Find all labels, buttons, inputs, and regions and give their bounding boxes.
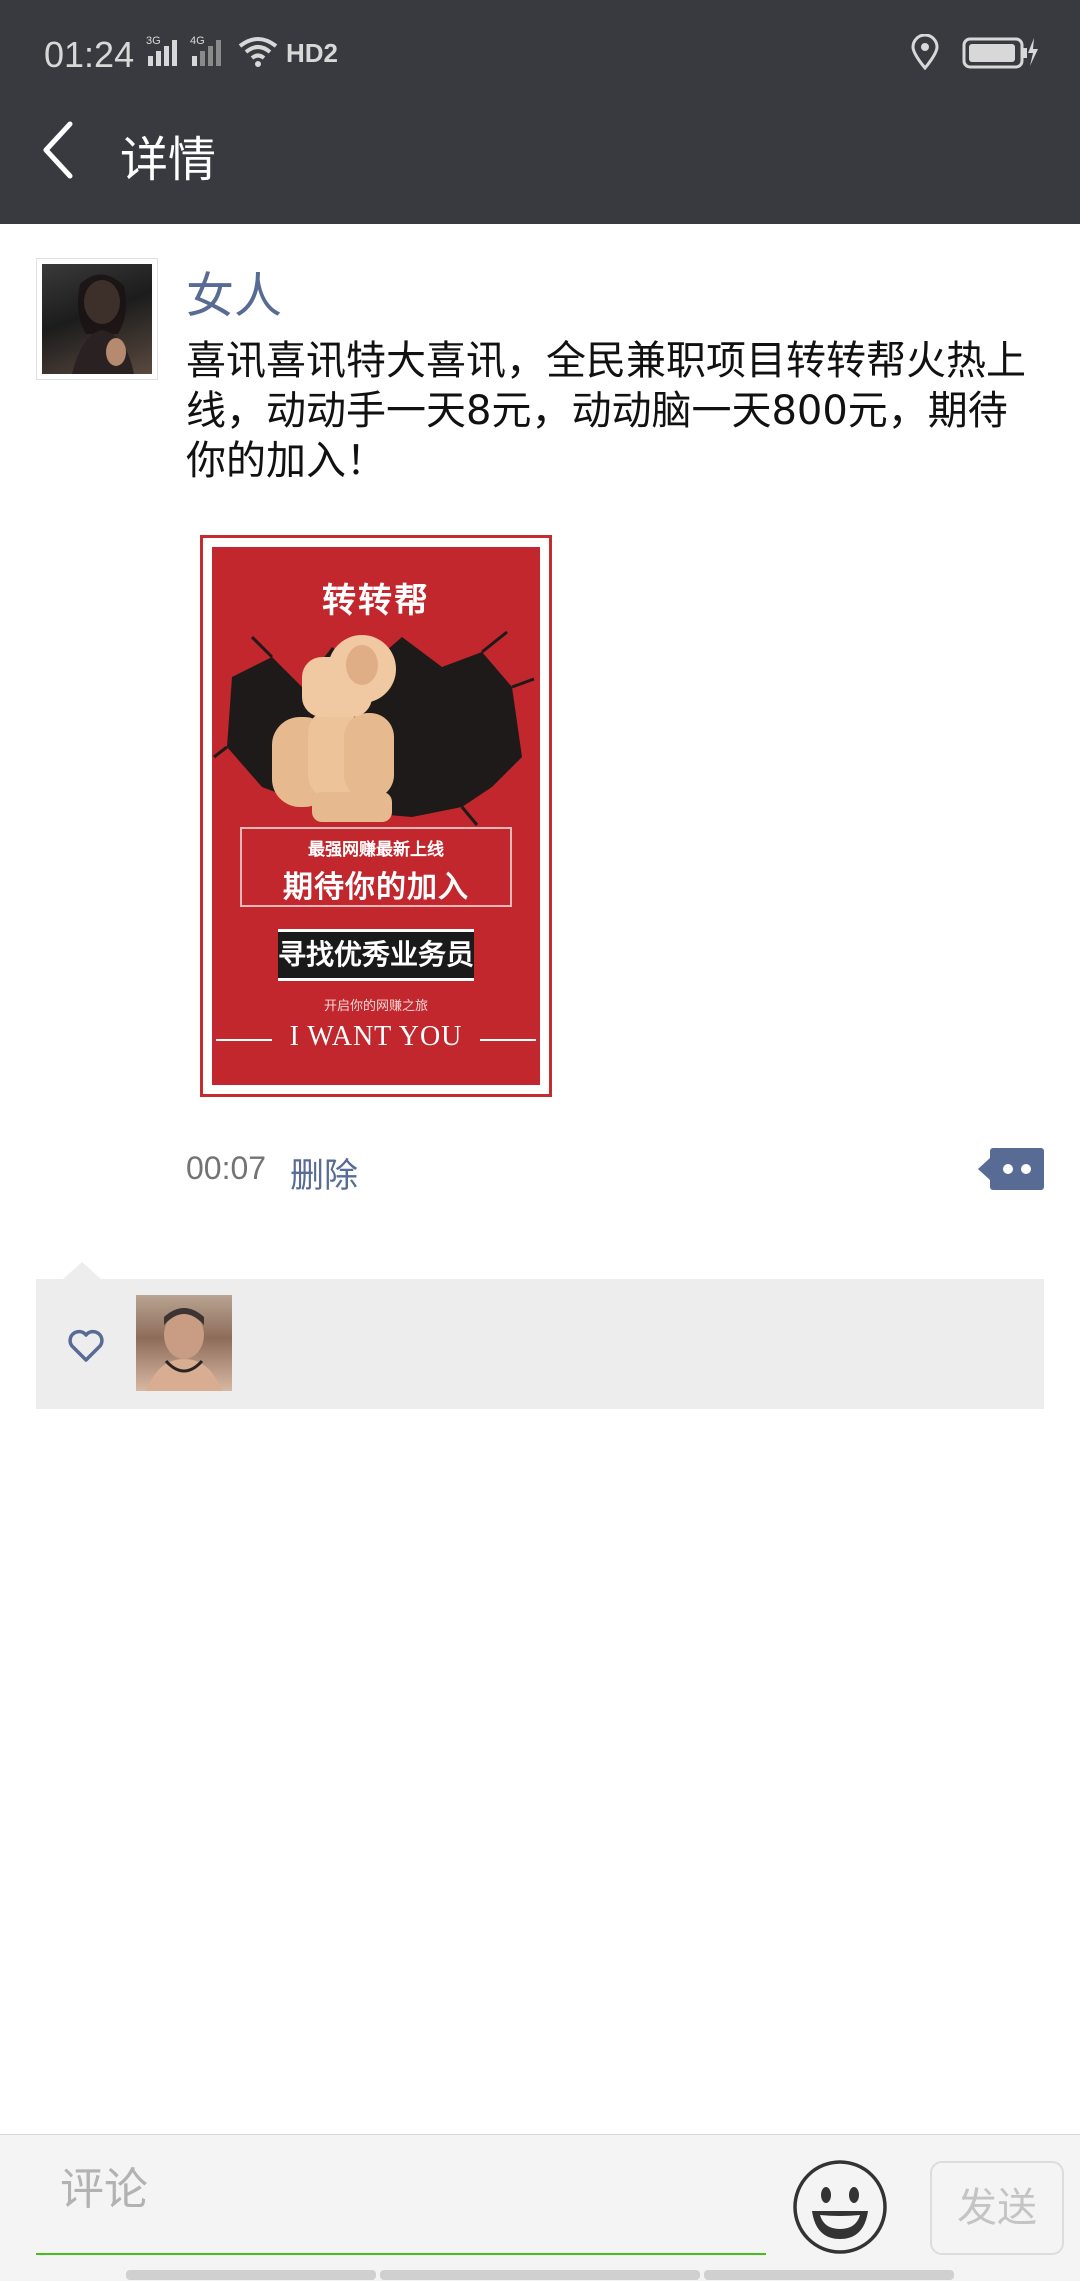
- hd-icon: HD2: [286, 38, 338, 68]
- liker-avatar[interactable]: [136, 1295, 232, 1391]
- back-button[interactable]: [40, 118, 80, 182]
- delete-link[interactable]: 删除: [290, 1148, 358, 1197]
- top-bar: 01:24 3G 4G HD2 详情: [0, 0, 1080, 224]
- wifi-icon: [238, 37, 278, 67]
- signal-4g-icon: 4G: [190, 35, 221, 66]
- comment-bar: 评论 发送: [0, 2134, 1080, 2281]
- svg-text:4G: 4G: [190, 35, 205, 47]
- send-button[interactable]: 发送: [930, 2161, 1064, 2255]
- location-icon: [911, 34, 939, 70]
- post-image[interactable]: 转转帮 最强网赚最新上线 期待你的加入 寻找优秀业务员 开启你的网赚之旅 I W…: [200, 535, 552, 1097]
- author-name[interactable]: 女人: [186, 256, 282, 326]
- author-avatar[interactable]: [36, 258, 158, 380]
- nav-bar-segment-center: [380, 2270, 700, 2280]
- likes-panel: [36, 1279, 1044, 1409]
- comment-input[interactable]: 评论: [36, 2135, 766, 2255]
- svg-text:HD2: HD2: [286, 38, 338, 68]
- avatar-silhouette: [72, 274, 134, 374]
- author-photo: [42, 264, 152, 374]
- liker-photo: [146, 1308, 222, 1391]
- poster-divider-lines: [216, 1039, 536, 1041]
- status-right: [910, 34, 1040, 70]
- likes-panel-arrow: [62, 1262, 102, 1280]
- battery-icon: [962, 37, 1038, 69]
- poster-line2: 期待你的加入: [283, 870, 469, 905]
- page-title: 详情: [120, 132, 217, 188]
- poster-line1: 最强网赚最新上线: [308, 840, 444, 860]
- poster-small-text: 开启你的网赚之旅: [323, 999, 428, 1014]
- more-actions-button[interactable]: [978, 1146, 1044, 1192]
- svg-text:3G: 3G: [146, 35, 161, 47]
- status-time: 01:24: [44, 34, 135, 75]
- heart-outline-icon: [68, 1329, 104, 1362]
- poster-background: 转转帮 最强网赚最新上线 期待你的加入 寻找优秀业务员 开启你的网赚之旅 I W…: [212, 547, 540, 1085]
- post-time: 00:07: [186, 1150, 267, 1186]
- nav-bar-segment-left: [126, 2270, 376, 2280]
- nav-bar-segment-right: [704, 2270, 954, 2280]
- pointing-hand-graphic: [213, 630, 535, 826]
- smiley-icon[interactable]: [792, 2159, 888, 2255]
- poster-band: 寻找优秀业务员: [278, 929, 474, 981]
- poster-title: 转转帮: [322, 581, 430, 621]
- poster-headline-box: 最强网赚最新上线 期待你的加入: [240, 827, 512, 907]
- post-text: 喜讯喜讯特大喜讯，全民兼职项目转转帮火热上线，动动手一天8元，动动脑一天800元…: [186, 338, 1026, 484]
- signal-3g-icon: 3G: [146, 35, 177, 66]
